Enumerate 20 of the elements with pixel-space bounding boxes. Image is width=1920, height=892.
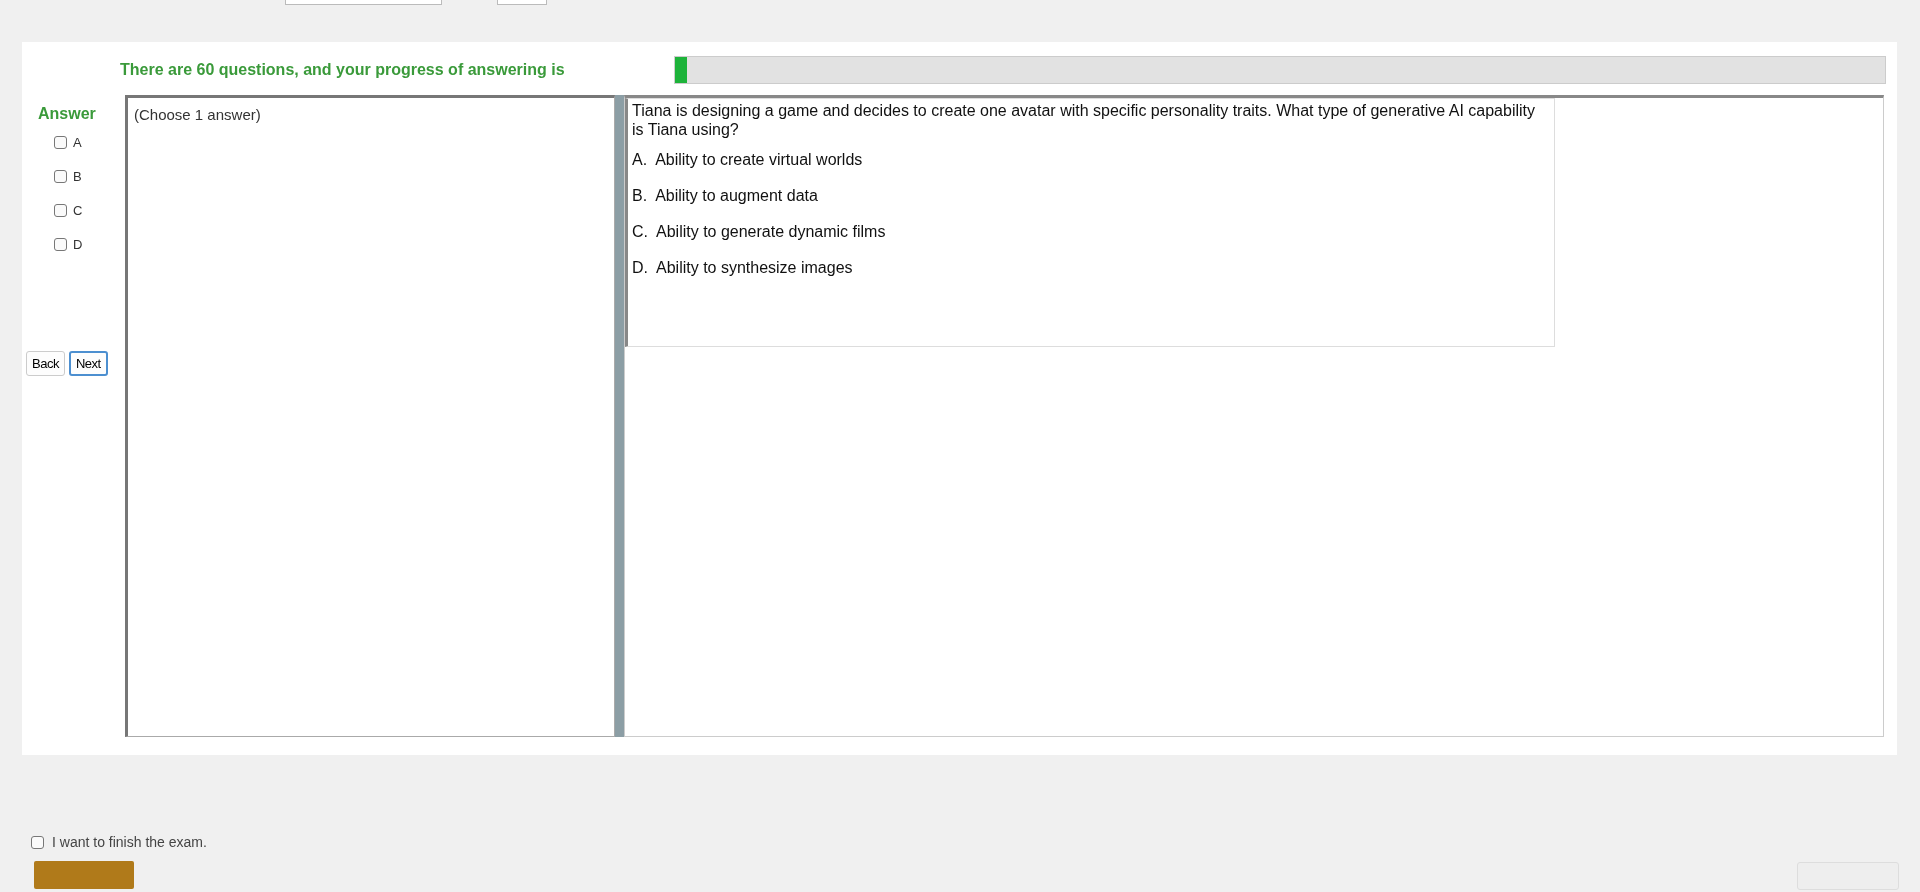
back-button[interactable]: Back xyxy=(26,351,65,376)
answer-hint: (Choose 1 answer) xyxy=(134,106,262,123)
question-text: Tiana is designing a game and decides to create one avatar with specific personality traits. What type of generative AI capability is Tiana using? xyxy=(632,101,1536,139)
option-label: C xyxy=(73,203,83,218)
progress-label: There are 60 questions, and your progress of answering is xyxy=(120,61,566,79)
checkbox[interactable] xyxy=(54,238,67,251)
answer-choice: A. Ability to create virtual worlds xyxy=(632,151,864,169)
checkbox[interactable] xyxy=(54,170,67,183)
next-button[interactable]: Next xyxy=(68,351,108,376)
checkbox[interactable] xyxy=(54,136,67,149)
answer-choice: C. Ability to generate dynamic films xyxy=(632,223,887,241)
option-label: D xyxy=(73,237,83,252)
finish-label: I want to finish the exam. xyxy=(52,834,207,850)
checkbox[interactable] xyxy=(31,835,44,849)
checkbox[interactable] xyxy=(54,204,67,217)
answer-choice: B. Ability to augment data xyxy=(632,187,819,205)
option-label: B xyxy=(73,169,82,184)
answer-label: Answer xyxy=(38,105,97,123)
answer-choice: D. Ability to synthesize images xyxy=(632,259,854,277)
option-label: A xyxy=(73,135,82,150)
